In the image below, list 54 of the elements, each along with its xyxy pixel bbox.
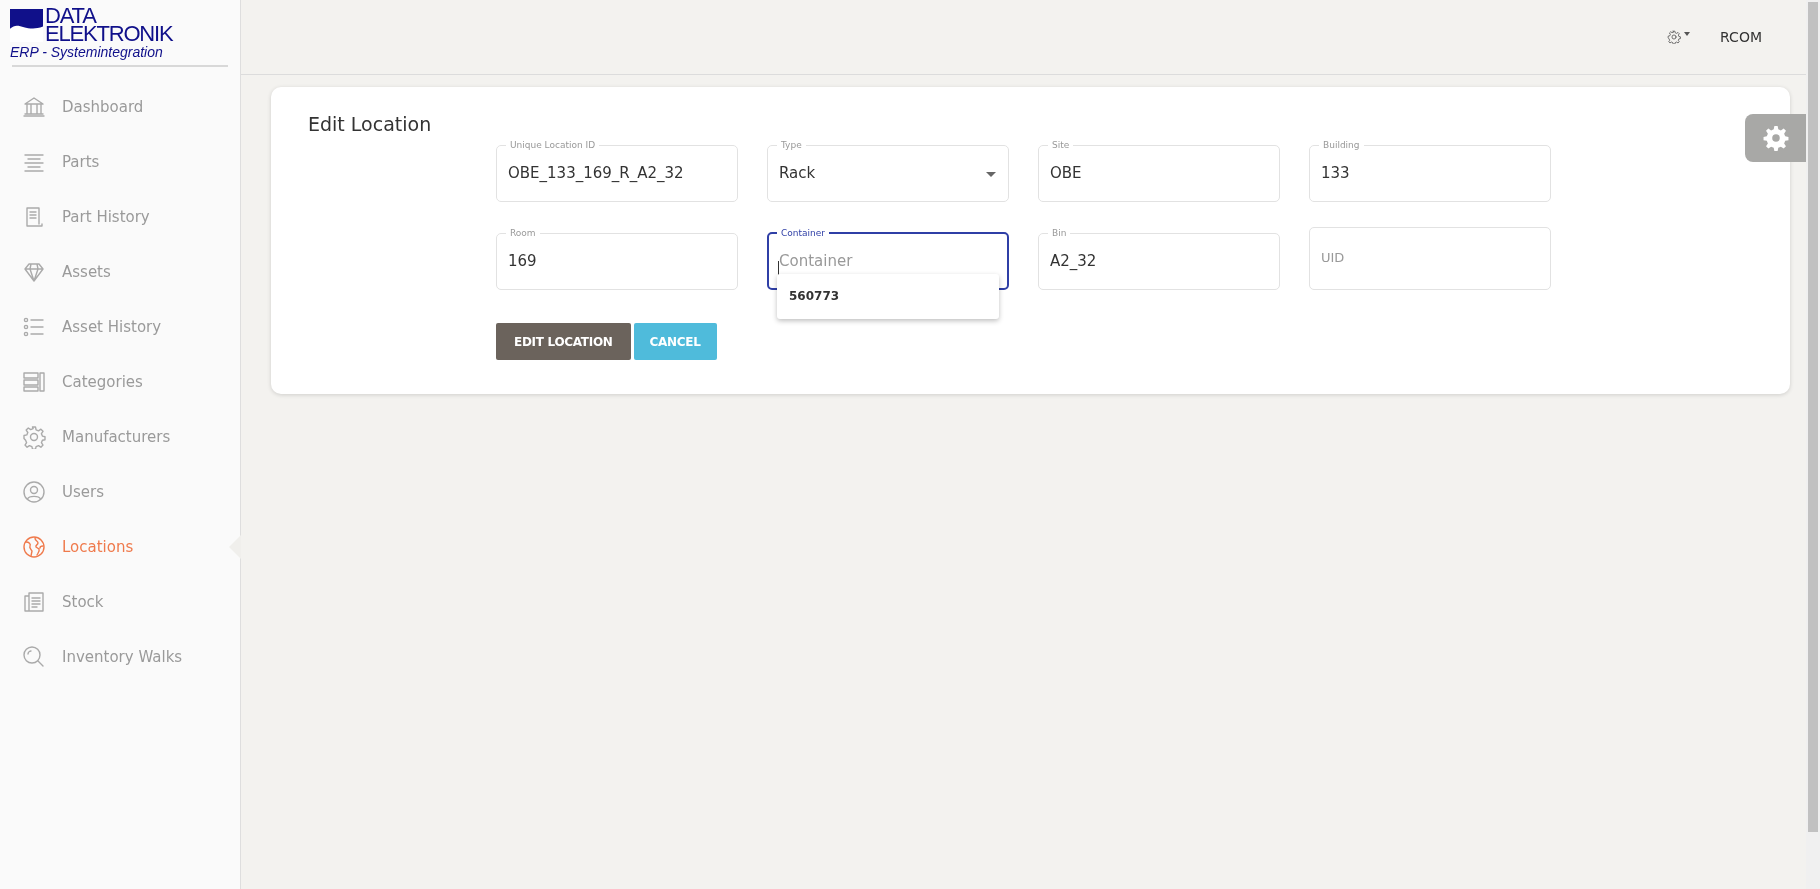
- sidebar-item[interactable]: Dashboard: [12, 79, 228, 134]
- logo-tagline: ERP - Systemintegration: [10, 44, 163, 60]
- input-field[interactable]: Site OBE: [1038, 139, 1280, 202]
- settings-button[interactable]: [1745, 114, 1806, 162]
- document-icon: [22, 589, 46, 614]
- autocomplete-option[interactable]: 560773: [777, 274, 999, 319]
- sidebar-item[interactable]: Manufacturers: [12, 409, 228, 464]
- sidebar-item[interactable]: Categories: [12, 354, 228, 409]
- sidebar-item[interactable]: Inventory Walks: [12, 629, 228, 684]
- bank-icon: [22, 94, 46, 119]
- settings-icon: [22, 424, 46, 449]
- field-label: Building: [1322, 139, 1361, 151]
- select-field[interactable]: Type Rack: [767, 139, 1009, 202]
- sidebar-item[interactable]: Asset History: [12, 299, 228, 354]
- field-label: Room: [509, 227, 537, 239]
- field-label: Bin: [1051, 227, 1068, 239]
- input-field[interactable]: UID: [1309, 227, 1551, 290]
- sidebar-item[interactable]: Part History: [12, 189, 228, 244]
- sidebar-item[interactable]: Stock: [12, 574, 228, 629]
- page-title: Edit Location: [308, 113, 433, 137]
- caret-icon: [986, 172, 996, 177]
- input-field[interactable]: Bin A2_32: [1038, 227, 1280, 290]
- input-field[interactable]: Unique Location ID OBE_133_169_R_A2_32: [496, 139, 738, 202]
- field-value: Rack: [779, 164, 816, 182]
- user-menu[interactable]: RCOM: [1720, 29, 1762, 45]
- settings-dropdown[interactable]: [1667, 30, 1691, 44]
- field-value: OBE_133_169_R_A2_32: [508, 164, 684, 182]
- active-pointer: [229, 535, 241, 559]
- input-field[interactable]: Room 169: [496, 227, 738, 290]
- sidebar-item[interactable]: Locations: [12, 519, 228, 574]
- edit-location-button[interactable]: EDIT LOCATION: [496, 323, 631, 360]
- logo-text: ELEKTRONIK: [45, 25, 173, 43]
- sidebar-item[interactable]: Parts: [12, 134, 228, 189]
- user-icon: [22, 479, 46, 504]
- sidebar-item[interactable]: Users: [12, 464, 228, 519]
- globe-icon: [22, 534, 46, 559]
- search-icon: [22, 644, 46, 669]
- columns-icon: [22, 369, 46, 394]
- field-value: OBE: [1050, 164, 1082, 182]
- cancel-button[interactable]: CANCEL: [633, 323, 717, 360]
- input-field[interactable]: Building 133: [1309, 139, 1551, 202]
- field-value: 133: [1321, 164, 1350, 182]
- settings-icon: [1762, 125, 1789, 151]
- logo-graphic: [10, 9, 43, 42]
- field-value: A2_32: [1050, 252, 1097, 270]
- field-label: Type: [780, 139, 803, 151]
- sidebar-item[interactable]: Assets: [12, 244, 228, 299]
- field-label: Site: [1051, 139, 1071, 151]
- logo-text: DATA: [45, 7, 97, 25]
- field-value: 169: [508, 252, 537, 270]
- field-label: Unique Location ID: [509, 139, 597, 151]
- placeholder-text: Container: [779, 251, 853, 270]
- placeholder-text: UID: [1321, 250, 1345, 265]
- field-label: Container: [780, 227, 826, 239]
